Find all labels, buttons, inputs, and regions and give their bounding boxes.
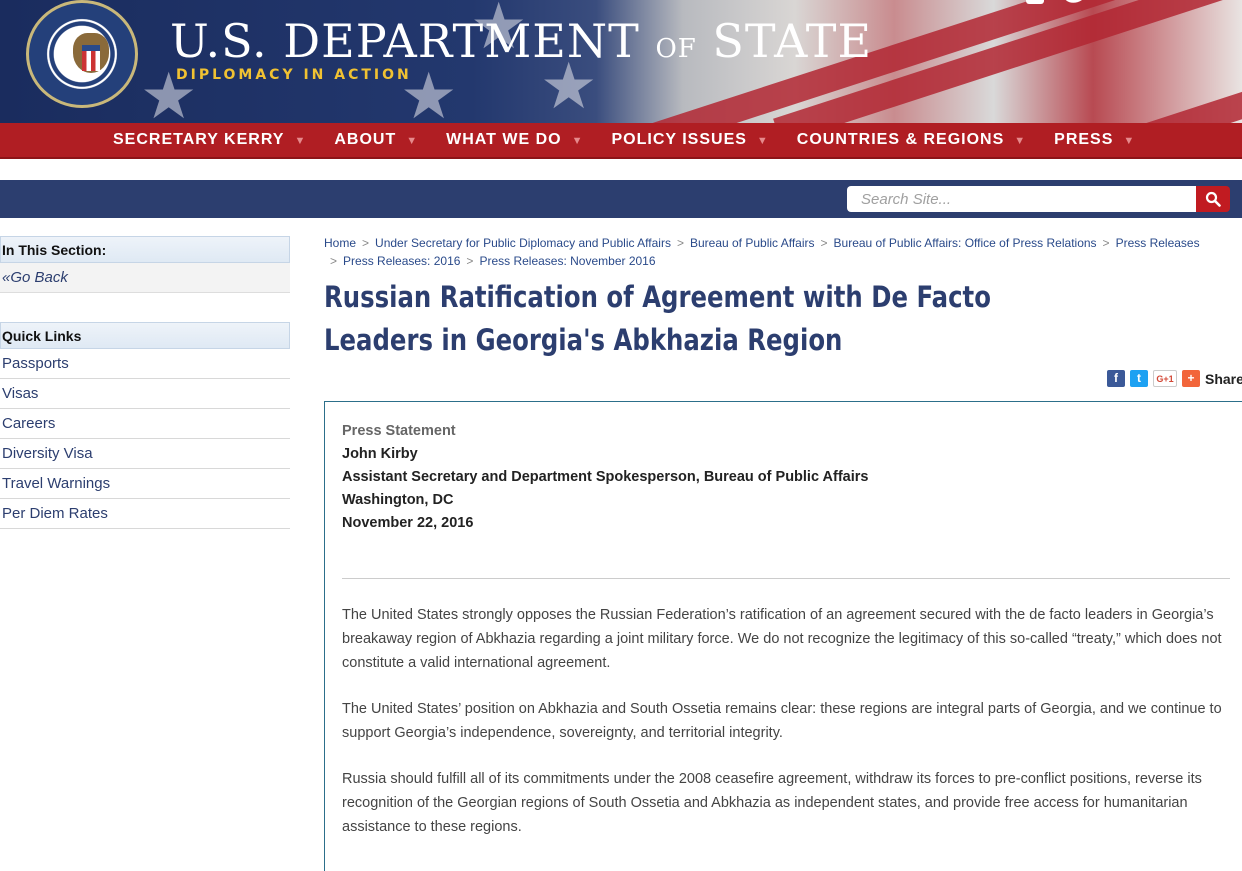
statement-location: Washington, DC [342, 492, 454, 508]
twitter-icon[interactable]: t [1130, 370, 1148, 387]
site-title[interactable]: U.S. DEPARTMENT OF STATE [170, 14, 872, 68]
go-back-label: Go Back [10, 269, 68, 286]
main-nav: SECRETARY KERRY ▼ ABOUT ▼ WHAT WE DO ▼ POLI… [0, 123, 1242, 159]
nav-item-label: POLICY ISSUES [611, 131, 747, 148]
caret-down-icon: ▼ [571, 135, 584, 147]
shield-icon [82, 45, 100, 71]
search-button[interactable] [1196, 186, 1230, 212]
nav-item-label: COUNTRIES & REGIONS [796, 131, 1005, 148]
breadcrumb: Home > Under Secretary for Public Diplomac… [324, 234, 1234, 270]
go-back-link[interactable]: «Go Back [0, 263, 290, 293]
quick-link-visas[interactable]: Visas [0, 379, 290, 409]
caret-down-icon: ▼ [1123, 135, 1136, 147]
site-title-end: STATE [696, 14, 873, 68]
article-paragraph: The United States’ position on Abkhazia … [342, 701, 1222, 741]
header-banner: ★ ★ ★ ★ U.S. DEPARTMENT OF STATE DIPLOMA… [0, 0, 1242, 123]
nav-item-label: WHAT WE DO [446, 131, 562, 148]
article-paragraph: The United States strongly opposes the R… [342, 607, 1222, 671]
statement-date: November 22, 2016 [342, 515, 474, 531]
quick-links-heading: Quick Links [0, 322, 290, 349]
search-input[interactable] [847, 186, 1197, 212]
site-title-of: OF [655, 34, 697, 64]
share-label[interactable]: Share [1205, 371, 1242, 387]
quick-link-passports[interactable]: Passports [0, 349, 290, 379]
statement-type: Press Statement [342, 423, 456, 439]
chevron-right-icon: > [466, 254, 474, 268]
press-statement-meta: Press Statement John Kirby Assistant Sec… [342, 420, 868, 535]
social-icons-icon[interactable] [1024, 0, 1104, 12]
author-title: Assistant Secretary and Department Spoke… [342, 469, 869, 485]
caret-down-icon: ▼ [1014, 135, 1027, 147]
site-tagline: DIPLOMACY IN ACTION [176, 67, 412, 83]
quick-links-list: Passports Visas Careers Diversity Visa T… [0, 349, 290, 529]
in-this-section-heading: In This Section: [0, 236, 290, 263]
quick-link-per-diem-rates[interactable]: Per Diem Rates [0, 499, 290, 529]
page-title: Russian Ratification of Agreement with D… [324, 280, 991, 357]
nav-item-label: ABOUT [334, 131, 397, 148]
breadcrumb-press-releases-2016[interactable]: Press Releases: 2016 [343, 254, 460, 268]
author-name: John Kirby [342, 446, 418, 462]
chevron-right-icon: > [820, 236, 828, 250]
chevron-right-icon: > [676, 236, 684, 250]
share-bar: f t G+1 + Share [1107, 370, 1242, 387]
quick-link-travel-warnings[interactable]: Travel Warnings [0, 469, 290, 499]
breadcrumb-under-secretary[interactable]: Under Secretary for Public Diplomacy and… [375, 236, 671, 250]
breadcrumb-bureau-public-affairs[interactable]: Bureau of Public Affairs [690, 236, 815, 250]
breadcrumb-home[interactable]: Home [324, 236, 356, 250]
nav-item-label: PRESS [1054, 131, 1114, 148]
facebook-icon[interactable]: f [1107, 370, 1125, 387]
quick-link-diversity-visa[interactable]: Diversity Visa [0, 439, 290, 469]
caret-down-icon: ▼ [756, 135, 769, 147]
nav-item-what-we-do[interactable]: WHAT WE DO ▼ [446, 123, 583, 158]
meta-divider [342, 578, 1230, 579]
article-paragraph: Russia should fulfill all of its commitm… [342, 771, 1202, 835]
breadcrumb-press-releases-november-2016[interactable]: Press Releases: November 2016 [479, 254, 655, 268]
nav-item-label: SECRETARY KERRY [113, 131, 285, 148]
nav-item-secretary-kerry[interactable]: SECRETARY KERRY ▼ [113, 123, 306, 158]
caret-down-icon: ▼ [406, 135, 419, 147]
plus-share-icon[interactable]: + [1182, 370, 1200, 387]
google-plus-icon[interactable]: G+1 [1153, 370, 1177, 387]
chevron-right-icon: > [330, 254, 338, 268]
breadcrumb-press-releases[interactable]: Press Releases [1116, 236, 1200, 250]
nav-item-press[interactable]: PRESS ▼ [1054, 123, 1135, 158]
nav-item-countries-regions[interactable]: COUNTRIES & REGIONS ▼ [797, 123, 1026, 158]
quick-link-careers[interactable]: Careers [0, 409, 290, 439]
caret-down-icon: ▼ [294, 135, 307, 147]
nav-item-about[interactable]: ABOUT ▼ [334, 123, 418, 158]
search-icon [1205, 191, 1221, 207]
social-top-icons [1024, 0, 1104, 18]
department-seal-logo[interactable] [26, 0, 138, 108]
chevron-right-icon: > [1102, 236, 1110, 250]
chevron-right-icon: > [362, 236, 370, 250]
site-title-main: U.S. DEPARTMENT [170, 14, 656, 68]
breadcrumb-office-press-relations[interactable]: Bureau of Public Affairs: Office of Pres… [834, 236, 1097, 250]
nav-item-policy-issues[interactable]: POLICY ISSUES ▼ [612, 123, 769, 158]
